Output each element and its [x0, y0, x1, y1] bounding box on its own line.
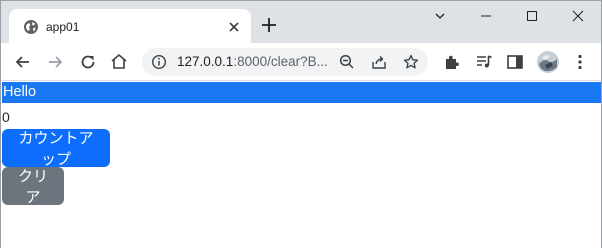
chevron-down-icon	[435, 13, 445, 19]
more-menu-icon[interactable]	[570, 52, 590, 72]
tab-title: app01	[46, 20, 80, 34]
close-tab-icon[interactable]	[225, 18, 243, 36]
hello-banner: Hello	[2, 82, 601, 103]
media-queue-icon[interactable]	[474, 52, 494, 72]
minimize-icon	[481, 15, 491, 17]
back-arrow-icon[interactable]	[13, 52, 33, 72]
url-host: 127.0.0.1	[177, 54, 234, 69]
minimize-button[interactable]	[463, 1, 509, 31]
count-up-button[interactable]: カウントアップ	[2, 129, 110, 168]
info-icon[interactable]	[151, 54, 167, 70]
tab-strip: app01	[1, 1, 601, 43]
home-icon[interactable]	[109, 52, 129, 72]
tab-app01[interactable]: app01	[9, 9, 251, 43]
forward-arrow-icon[interactable]	[45, 52, 65, 72]
zoom-out-icon[interactable]	[339, 54, 355, 70]
clear-button[interactable]: クリア	[2, 167, 64, 206]
counter-value: 0	[2, 109, 10, 125]
browser-window: app01 127.0.0.1:8000/clear?B... Hello 0 …	[0, 0, 602, 248]
bookmark-star-icon[interactable]	[403, 54, 419, 70]
close-window-button[interactable]	[555, 1, 601, 31]
globe-icon	[24, 20, 38, 34]
side-panel-icon[interactable]	[505, 52, 525, 72]
page-content: Hello 0 カウントアップ クリア	[1, 82, 601, 248]
reload-icon[interactable]	[78, 52, 98, 72]
new-tab-icon[interactable]	[260, 16, 278, 34]
browser-toolbar: 127.0.0.1:8000/clear?B...	[1, 43, 601, 81]
address-bar[interactable]: 127.0.0.1:8000/clear?B...	[142, 48, 428, 76]
url-path: :8000/clear?B...	[233, 54, 328, 69]
maximize-icon	[527, 11, 537, 21]
url-text: 127.0.0.1:8000/clear?B...	[177, 54, 328, 70]
profile-avatar[interactable]	[536, 50, 560, 74]
maximize-button[interactable]	[509, 1, 555, 31]
share-icon[interactable]	[371, 54, 387, 70]
close-icon	[572, 10, 584, 22]
extensions-puzzle-icon[interactable]	[442, 52, 462, 72]
tab-search-button[interactable]	[417, 1, 463, 31]
